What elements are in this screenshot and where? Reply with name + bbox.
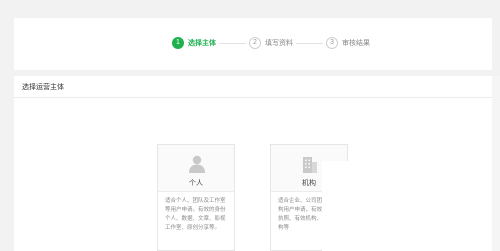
step-fill-info: 2 填写资料 <box>249 37 293 49</box>
card-description: 适合个人、团队及工作室等用户申请。有效的身份个人、数据、文章、影视工作室、原创分… <box>165 198 226 231</box>
step-number: 3 <box>326 37 338 49</box>
step-connector <box>296 42 323 44</box>
stepper-bar: 1 选择主体 2 填写资料 3 审核结果 <box>14 18 492 70</box>
step-label: 选择主体 <box>188 40 216 47</box>
overlay-cover <box>322 161 492 251</box>
scrollbar[interactable] <box>492 76 500 251</box>
step-connector <box>219 42 246 44</box>
step-label: 审核结果 <box>342 40 370 47</box>
step-review-result: 3 审核结果 <box>326 37 370 49</box>
divider <box>14 97 492 98</box>
person-icon <box>189 155 205 173</box>
step-select-entity: 1 选择主体 <box>172 37 216 49</box>
building-icon <box>303 157 317 173</box>
stepper: 1 选择主体 2 填写资料 3 审核结果 <box>172 36 370 50</box>
card-header: 个人 <box>158 145 234 192</box>
step-label: 填写资料 <box>265 40 293 47</box>
panel-title: 选择运营主体 <box>22 84 64 91</box>
entity-card-individual[interactable]: 个人 适合个人、团队及工作室等用户申请。有效的身份个人、数据、文章、影视工作室、… <box>157 144 235 251</box>
card-title: 个人 <box>189 180 203 187</box>
step-number: 1 <box>172 37 184 49</box>
step-number: 2 <box>249 37 261 49</box>
